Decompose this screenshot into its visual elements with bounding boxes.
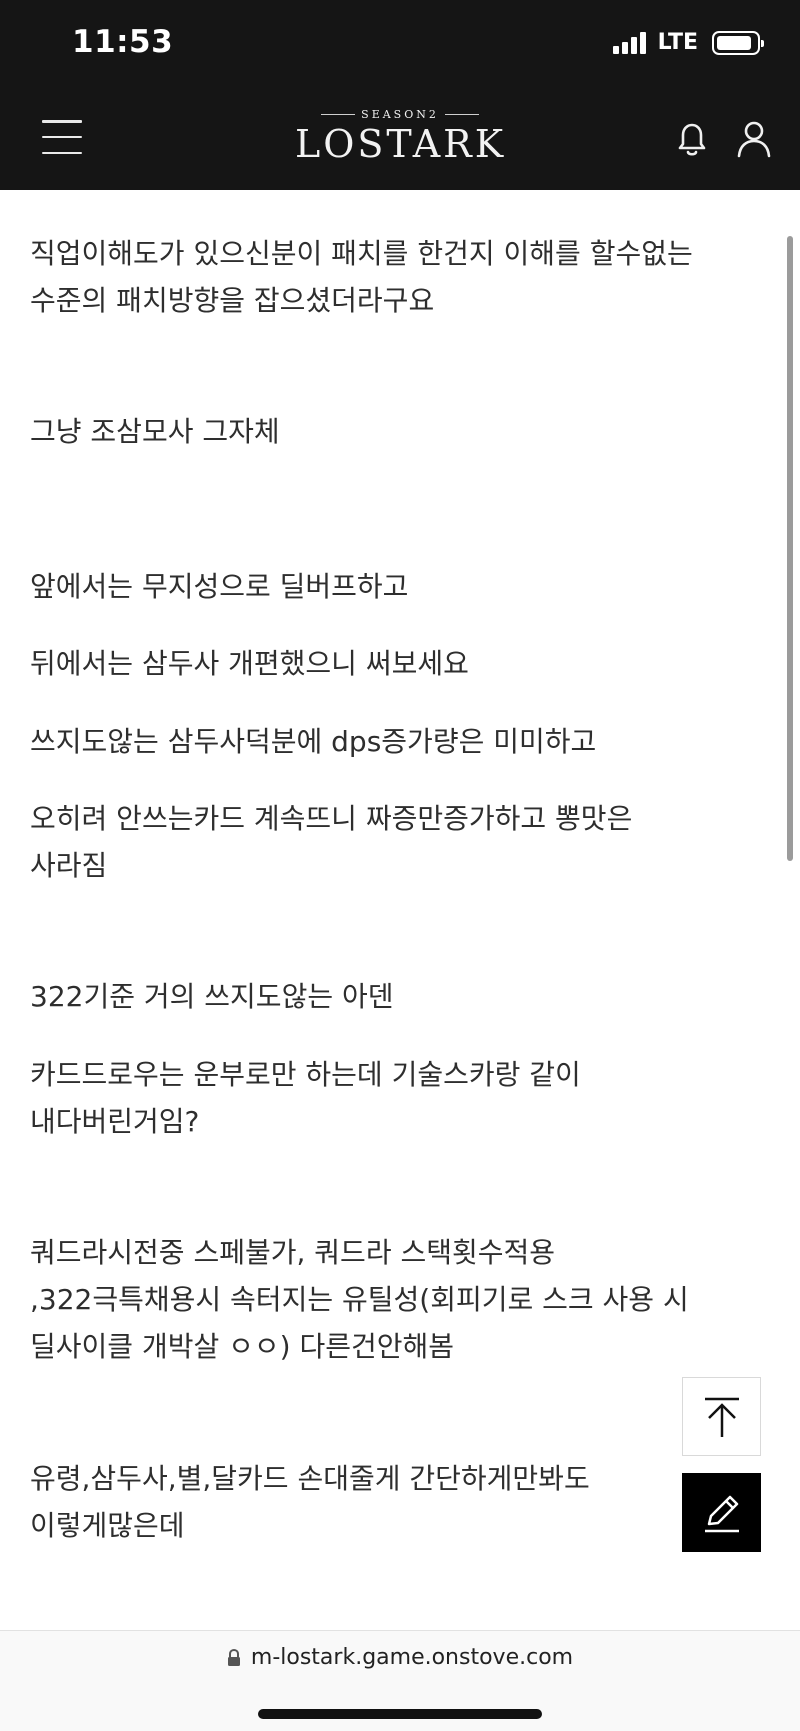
post-paragraph: 직업이해도가 있으신분이 패치를 한건지 이해를 할수없는 수준의 패치방향을 … [30,237,693,317]
lock-icon [227,1648,240,1666]
status-bar: 11:53 LTE [0,0,800,90]
post-paragraph: 322기준 거의 쓰지도않는 아덴 [30,980,394,1013]
battery-icon [712,30,764,55]
post-paragraph: 그냥 조삼모사 그자체 [30,415,280,448]
post-paragraph: 쓰지도않는 삼두사덕분에 dps증가량은 미미하고 [30,725,597,758]
address-field[interactable]: m-lostark.game.onstove.com [0,1645,800,1670]
home-indicator[interactable] [258,1709,542,1719]
post-paragraph: 유령,삼두사,별,달카드 손대줄게 간단하게만봐도 이렇게많은데 [30,1462,590,1542]
post-paragraph: 카드드로우는 운부로만 하는데 기술스카랑 같이 내다버린거임? [30,1058,581,1138]
post-paragraph: 오히려 안쓰는카드 계속뜨니 짜증만증가하고 뽕맛은 사라짐 [30,802,633,882]
status-indicators: LTE [612,30,764,55]
url-text: m-lostark.game.onstove.com [250,1645,574,1670]
lostark-logo[interactable]: SEASON2 LOSTARK [295,104,505,176]
status-time: 11:53 [72,24,174,60]
post-paragraph: 앞에서는 무지성으로 딜버프하고 [30,570,409,603]
network-label: LTE [657,30,698,55]
post-paragraph: 뒤에서는 삼두사 개편했으니 써보세요 [30,647,469,680]
scrollbar[interactable] [787,236,793,861]
logo-text: LOSTARK [295,122,507,166]
scroll-top-button[interactable] [682,1377,761,1456]
post-paragraph: 쿼드라시전중 스페불가, 쿼드라 스택횟수적용 ,322극특채용시 속터지는 유… [30,1236,689,1363]
app-header: SEASON2 LOSTARK [0,90,800,190]
signal-icon [612,31,646,54]
write-post-button[interactable] [682,1473,761,1552]
bell-icon[interactable] [672,118,712,160]
pencil-icon [704,1495,739,1532]
browser-url-bar: m-lostark.game.onstove.com [0,1630,800,1731]
user-icon[interactable] [734,118,774,160]
arrow-up-icon [704,1397,739,1437]
logo-season: SEASON2 [295,108,505,121]
hamburger-menu-icon[interactable] [42,120,82,154]
